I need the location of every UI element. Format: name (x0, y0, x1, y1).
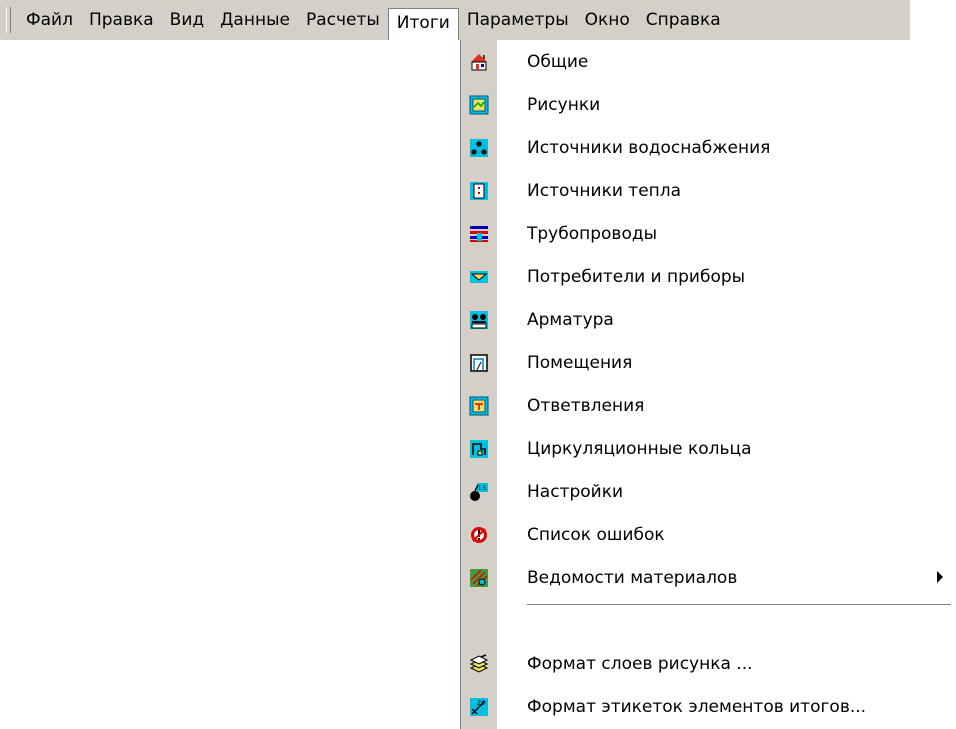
menu-edit-label: Правка (88, 10, 154, 30)
menu-item-heat-sources[interactable]: Источники тепла (461, 169, 953, 212)
menu-window[interactable]: Окно (577, 5, 638, 35)
fittings-icon (461, 298, 497, 341)
menu-edit[interactable]: Правка (81, 5, 162, 35)
menu-item-error-list[interactable]: Список ошибок (461, 513, 953, 556)
house-icon (461, 40, 497, 83)
menu-item-consumers-label: Потребители и приборы (527, 266, 746, 287)
menu-item-pipelines[interactable]: Трубопроводы (461, 212, 953, 255)
menu-item-drawings-label: Рисунки (527, 94, 601, 115)
menu-item-rooms-label: Помещения (527, 352, 633, 373)
menu-help[interactable]: Справка (638, 5, 729, 35)
submenu-arrow-icon (937, 571, 943, 583)
results-dropdown-menu: Общие Рисунки Источники водоснабжения Ис… (460, 40, 954, 729)
materials-icon (461, 556, 497, 599)
menu-item-water-sources[interactable]: Источники водоснабжения (461, 126, 953, 169)
menu-separator (527, 604, 951, 606)
layers-format-icon (461, 642, 497, 685)
menu-item-settings[interactable]: i.5 Настройки (461, 470, 953, 513)
menu-item-circulation-rings[interactable]: Циркуляционные кольца (461, 427, 953, 470)
menu-item-rooms[interactable]: Помещения (461, 341, 953, 384)
consumers-icon (461, 255, 497, 298)
menu-item-consumers[interactable]: Потребители и приборы (461, 255, 953, 298)
branches-icon (461, 384, 497, 427)
menu-item-label-format[interactable]: Z0 Формат этикеток элементов итогов... (461, 685, 953, 728)
svg-text:Z0: Z0 (477, 700, 485, 707)
circulation-rings-icon (461, 427, 497, 470)
heat-source-icon (461, 169, 497, 212)
menu-results-label: Итоги (396, 13, 450, 33)
menu-file-label: Файл (26, 10, 73, 30)
menu-results[interactable]: Итоги (387, 8, 459, 40)
menu-item-fittings-label: Арматура (527, 309, 614, 330)
svg-text:i.5: i.5 (479, 485, 487, 492)
toolbar-grip[interactable] (6, 7, 11, 33)
menu-calculations[interactable]: Расчеты (298, 5, 388, 35)
errors-icon (461, 513, 497, 556)
menu-items: Файл Правка Вид Данные Расчеты Итоги Пар… (18, 0, 729, 40)
settings-icon: i.5 (461, 470, 497, 513)
menu-parameters-label: Параметры (466, 10, 569, 30)
menu-item-circulation-rings-label: Циркуляционные кольца (527, 438, 752, 459)
menu-item-layer-format-label: Формат слоев рисунка ... (527, 653, 753, 674)
menu-bar: Файл Правка Вид Данные Расчеты Итоги Пар… (0, 0, 910, 40)
menu-window-label: Окно (584, 10, 630, 30)
menu-item-layer-format[interactable]: Формат слоев рисунка ... (461, 642, 953, 685)
menu-item-pipelines-label: Трубопроводы (527, 223, 658, 244)
rooms-icon (461, 341, 497, 384)
menu-data-label: Данные (220, 10, 290, 30)
menu-item-label-format-label: Формат этикеток элементов итогов... (527, 696, 867, 717)
labels-format-icon: Z0 (461, 685, 497, 728)
drawings-icon (461, 83, 497, 126)
menu-parameters[interactable]: Параметры (459, 5, 577, 35)
menu-help-label: Справка (645, 10, 721, 30)
menu-item-materials-lists[interactable]: Ведомости материалов (461, 556, 953, 599)
menu-item-settings-label: Настройки (527, 481, 624, 502)
menu-file[interactable]: Файл (18, 5, 81, 35)
menu-calculations-label: Расчеты (305, 10, 380, 30)
menu-view-label: Вид (169, 10, 205, 30)
water-source-icon (461, 126, 497, 169)
menu-item-heat-sources-label: Источники тепла (527, 180, 682, 201)
menu-item-materials-lists-label: Ведомости материалов (527, 567, 738, 588)
menu-item-branches-label: Ответвления (527, 395, 645, 416)
menu-view[interactable]: Вид (162, 5, 212, 35)
menu-item-water-sources-label: Источники водоснабжения (527, 137, 771, 158)
menu-item-branches[interactable]: Ответвления (461, 384, 953, 427)
menu-item-general-label: Общие (527, 51, 589, 72)
menu-item-drawings[interactable]: Рисунки (461, 83, 953, 126)
menu-item-error-list-label: Список ошибок (527, 524, 665, 545)
menu-data[interactable]: Данные (212, 5, 298, 35)
pipelines-icon (461, 212, 497, 255)
menu-item-fittings[interactable]: Арматура (461, 298, 953, 341)
menu-item-general[interactable]: Общие (461, 40, 953, 83)
